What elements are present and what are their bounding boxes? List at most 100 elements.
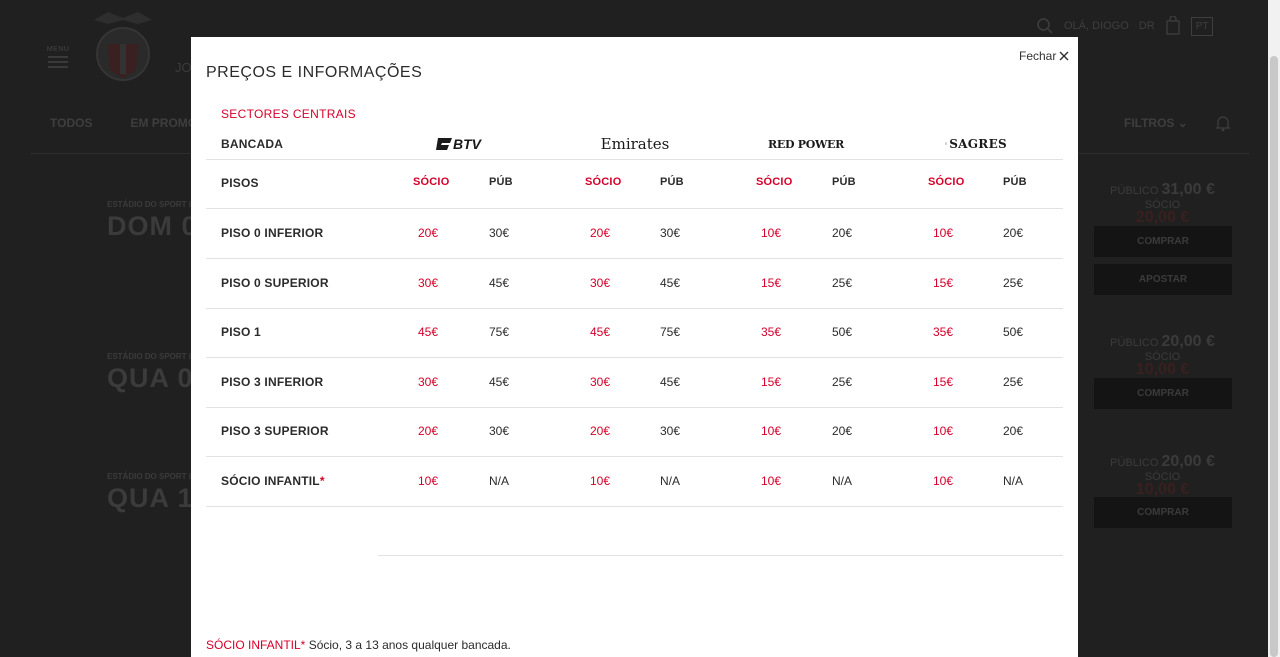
price-cell: N/A: [489, 473, 510, 488]
footnote: SÓCIO INFANTIL* Sócio, 3 a 13 anos qualq…: [206, 638, 511, 652]
row-label: PISO 3 INFERIOR: [221, 374, 324, 389]
price-cell: 25€: [1003, 275, 1024, 290]
user-initials[interactable]: DR: [1139, 20, 1155, 32]
price-cell: 20€: [590, 424, 611, 438]
price-cell: 25€: [1003, 374, 1024, 389]
modal-title: PREÇOS E INFORMAÇÕES: [206, 64, 423, 81]
col-pub-redpower: PÚB: [832, 176, 856, 188]
price-cell: 20€: [832, 226, 853, 240]
price-cell: 45€: [590, 325, 611, 339]
buy-button[interactable]: COMPRAR: [1094, 378, 1232, 409]
club-crest-logo[interactable]: [86, 8, 160, 84]
sponsor-sagres-text: SAGRES: [949, 137, 1007, 151]
event-price: PÚBLICO 31,00 € SÓCIO 20,00 €: [1110, 181, 1215, 226]
price-cell: 10€: [761, 226, 782, 240]
language-selector[interactable]: PT: [1190, 16, 1214, 36]
row-label: SÓCIO INFANTIL*: [221, 473, 325, 488]
price-cell: 30€: [418, 275, 439, 290]
col-socio-redpower: SÓCIO: [756, 176, 793, 188]
price-cell: 20€: [1003, 226, 1024, 240]
price-cell: 45€: [489, 275, 510, 290]
prices-modal: PREÇOS E INFORMAÇÕES Fechar SECTORES CEN…: [191, 37, 1078, 657]
row-label: PISO 0 INFERIOR: [221, 226, 324, 240]
price-cell: 15€: [761, 374, 782, 389]
event-price: PÚBLICO 20,00 € SÓCIO 10,00 €: [1110, 453, 1215, 498]
price-cell: 75€: [489, 325, 510, 339]
price-cell: N/A: [832, 473, 853, 488]
buy-button[interactable]: COMPRAR: [1094, 226, 1232, 257]
bet-button[interactable]: APOSTAR: [1094, 264, 1232, 295]
sponsor-emirates-logo: Emirates: [595, 135, 675, 153]
price-cell: 20€: [1003, 424, 1024, 438]
price-cell: 10€: [761, 424, 782, 438]
price-cell: 15€: [761, 275, 782, 290]
page-scrollbar[interactable]: [1268, 0, 1280, 657]
price-cell: 30€: [660, 424, 681, 438]
price-cell: 50€: [1003, 325, 1024, 339]
search-icon[interactable]: [1036, 17, 1054, 35]
hamburger-icon: [48, 56, 68, 58]
filters-button[interactable]: FILTROS ⌄: [1124, 116, 1188, 130]
price-cell: 45€: [418, 325, 439, 339]
event-tabs: TODOS EM PROMOÇÃ: [50, 116, 214, 130]
price-cell: 15€: [933, 275, 954, 290]
price-cell: 30€: [489, 226, 510, 240]
user-menu[interactable]: OLÁ, DIOGO: [1064, 20, 1129, 32]
price-cell: 45€: [489, 374, 510, 389]
pisos-label: PISOS: [221, 176, 259, 190]
row-label: PISO 0 SUPERIOR: [221, 275, 329, 290]
sponsor-emirates-text: Emirates: [600, 135, 670, 153]
scrollbar-thumb[interactable]: [1270, 56, 1278, 657]
header-actions: OLÁ, DIOGO DR PT: [1036, 16, 1214, 36]
col-socio-btv: SÓCIO: [413, 176, 450, 188]
sagres-shield-icon: [945, 142, 948, 146]
price-cell: 20€: [590, 226, 611, 240]
price-cell: 75€: [660, 325, 681, 339]
row-label: PISO 3 SUPERIOR: [221, 424, 329, 438]
menu-label: MENU: [46, 46, 70, 53]
close-button[interactable]: Fechar: [1019, 49, 1069, 63]
col-socio-sagres: SÓCIO: [928, 176, 965, 188]
tab-todos[interactable]: TODOS: [50, 116, 92, 130]
row-label: PISO 1: [221, 325, 261, 339]
sponsor-btv-text: BTV: [453, 136, 483, 152]
price-cell: N/A: [660, 473, 681, 488]
price-cell: 20€: [418, 226, 439, 240]
col-pub-sagres: PÚB: [1003, 176, 1027, 188]
price-cell: 25€: [832, 275, 853, 290]
price-cell: 45€: [660, 275, 681, 290]
price-cell: 25€: [832, 374, 853, 389]
price-cell: 50€: [832, 325, 853, 339]
price-cell: 10€: [418, 473, 439, 488]
price-cell: 45€: [660, 374, 681, 389]
bell-icon[interactable]: [1214, 114, 1232, 132]
price-cell: 15€: [933, 374, 954, 389]
sponsor-sagres-logo: SAGRES: [945, 135, 1007, 153]
cart-icon[interactable]: [1165, 16, 1181, 36]
price-cell: 30€: [660, 226, 681, 240]
price-cell: 10€: [590, 473, 611, 488]
sponsor-redpower-text: RED POWER: [768, 137, 844, 151]
price-cell: 30€: [418, 374, 439, 389]
col-socio-emirates: SÓCIO: [585, 176, 622, 188]
price-cell: 20€: [418, 424, 439, 438]
col-pub-emirates: PÚB: [660, 176, 684, 188]
footnote-text: Sócio, 3 a 13 anos qualquer bancada.: [305, 638, 511, 652]
price-cell: 10€: [933, 424, 954, 438]
col-pub-btv: PÚB: [489, 176, 513, 188]
price-cell: 10€: [933, 226, 954, 240]
price-cell: 30€: [489, 424, 510, 438]
menu-button[interactable]: MENU: [46, 46, 70, 76]
bancada-label: BANCADA: [221, 137, 284, 151]
close-icon: [1059, 51, 1069, 61]
section-label: SECTORES CENTRAIS: [221, 107, 356, 121]
price-cell: 30€: [590, 275, 611, 290]
sponsor-btv-logo: BTV: [433, 135, 493, 153]
price-cell: 35€: [933, 325, 954, 339]
close-label: Fechar: [1019, 49, 1057, 63]
price-cell: 30€: [590, 374, 611, 389]
price-cell: 35€: [761, 325, 782, 339]
price-cell: 20€: [832, 424, 853, 438]
sponsor-redpower-logo: RED POWER: [763, 135, 849, 153]
buy-button[interactable]: COMPRAR: [1094, 497, 1232, 528]
